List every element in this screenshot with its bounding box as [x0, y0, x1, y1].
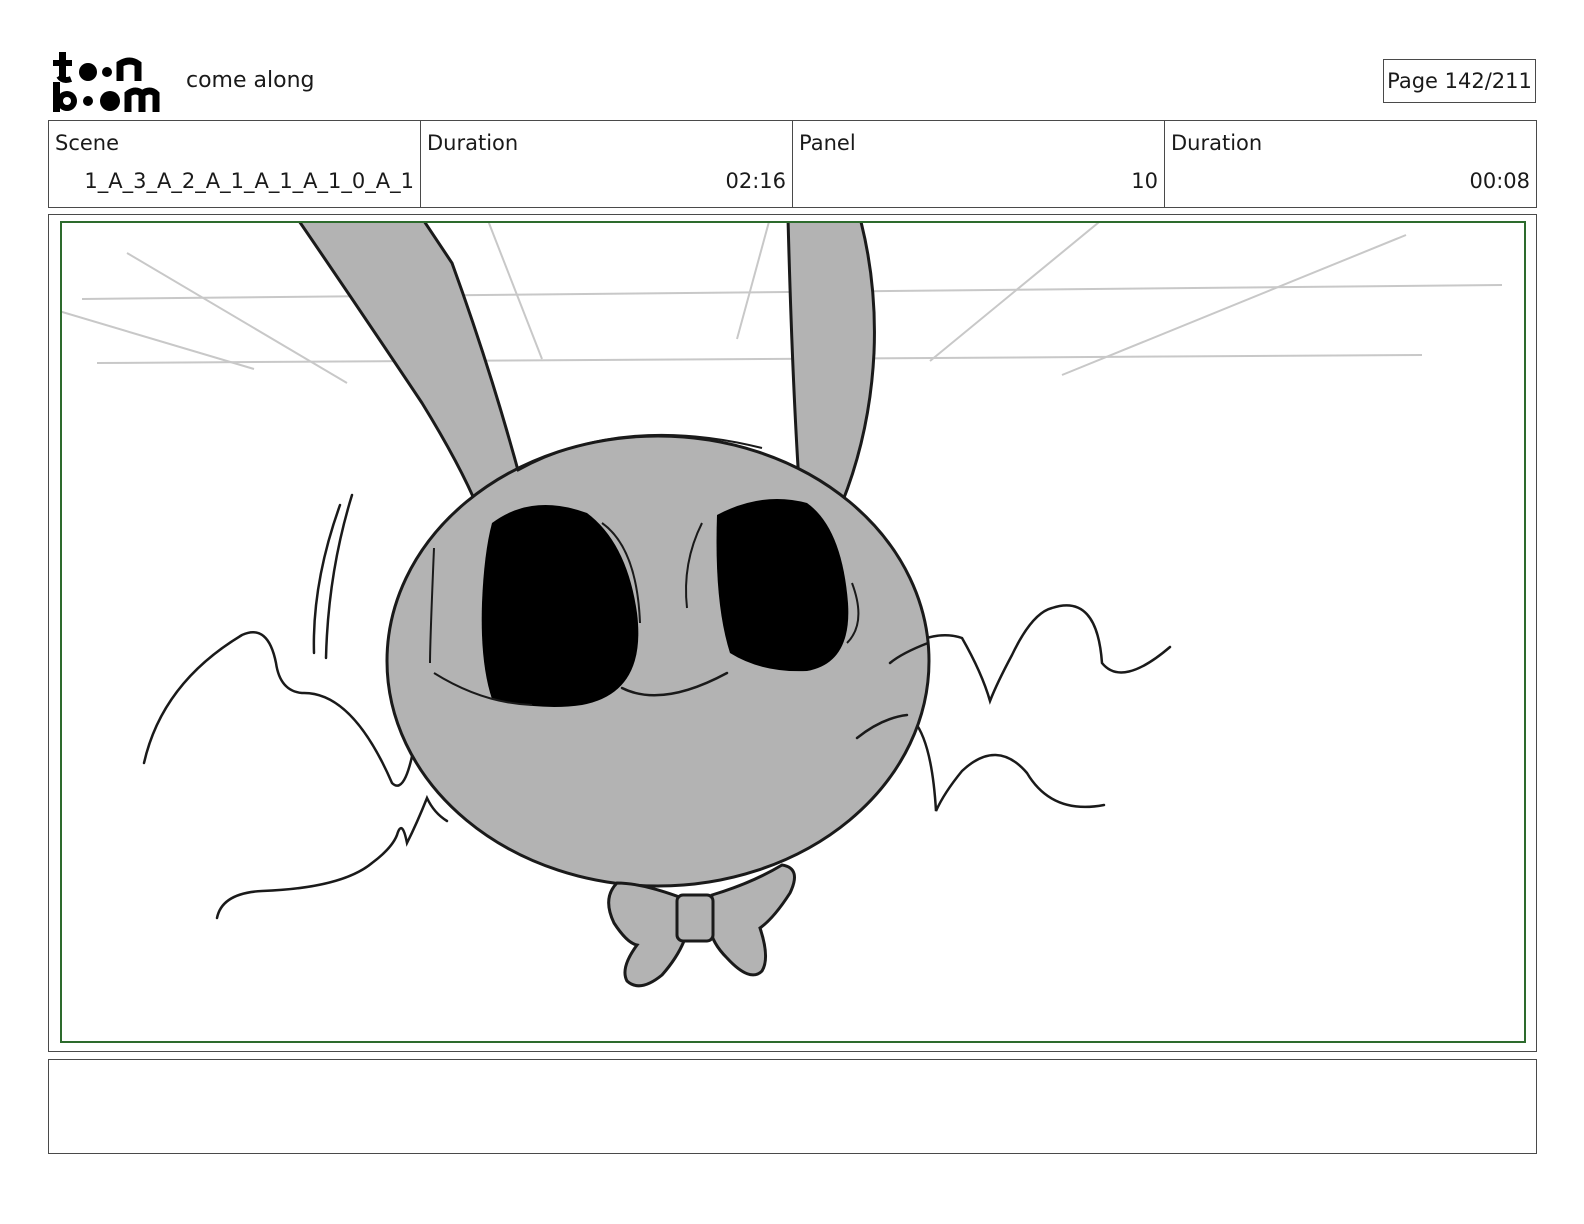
scene-cell: Scene 1_A_3_A_2_A_1_A_1_A_1_0_A_1 [49, 121, 421, 207]
panel-frame [48, 214, 1537, 1052]
panel-cell: Panel 10 [793, 121, 1165, 207]
storyboard-drawing [62, 223, 1503, 988]
panel-value: 10 [1131, 169, 1158, 193]
scene-label: Scene [55, 131, 120, 155]
toonboom-logo [50, 50, 165, 114]
scene-value: 1_A_3_A_2_A_1_A_1_A_1_0_A_1 [84, 169, 414, 193]
background-lines [62, 223, 1503, 384]
scene-duration-value: 02:16 [725, 169, 786, 193]
panel-label: Panel [799, 131, 856, 155]
panel-duration-label: Duration [1171, 131, 1263, 155]
panel-duration-value: 00:08 [1469, 169, 1530, 193]
camera-safe-area [60, 221, 1526, 1043]
panel-duration-cell: Duration 00:08 [1165, 121, 1536, 207]
panel-notes [48, 1059, 1537, 1154]
panel-info-table: Scene 1_A_3_A_2_A_1_A_1_A_1_0_A_1 Durati… [48, 120, 1537, 208]
scene-duration-cell: Duration 02:16 [421, 121, 793, 207]
rabbit-head [385, 434, 931, 888]
project-title: come along [186, 68, 315, 93]
scene-duration-label: Duration [427, 131, 519, 155]
page-number: Page 142/211 [1383, 59, 1536, 103]
